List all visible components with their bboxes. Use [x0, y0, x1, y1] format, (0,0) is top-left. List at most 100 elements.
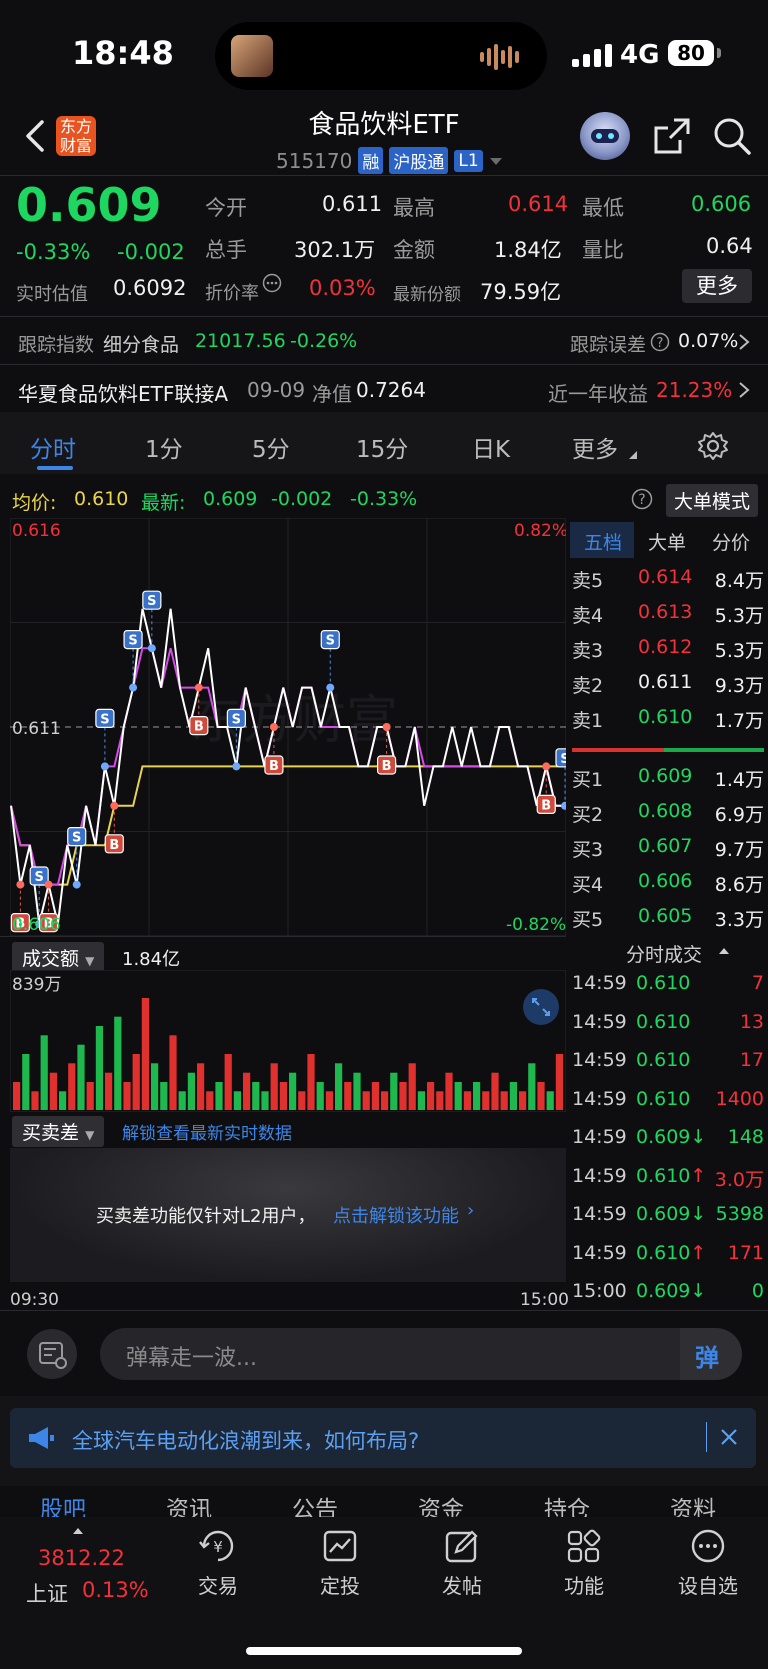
volume-bar — [417, 1091, 425, 1110]
bid-row[interactable]: 买2 0.608 6.9万 — [572, 800, 764, 835]
danmaku-input[interactable]: 弹幕走一波... — [100, 1328, 680, 1380]
nav-trade[interactable]: 交易 — [178, 1570, 258, 1599]
latest-change-pct: -0.33% — [350, 488, 418, 510]
chevron-right-icon[interactable] — [738, 381, 750, 399]
tab-daily-k[interactable]: 日K — [472, 430, 510, 464]
help-icon[interactable]: ? — [650, 332, 670, 352]
expand-up-caret-icon[interactable] — [72, 1526, 84, 1536]
volume-bar — [353, 1072, 361, 1110]
ask-row[interactable]: 卖2 0.611 9.3万 — [572, 671, 764, 706]
bid-row[interactable]: 买5 0.605 3.3万 — [572, 905, 764, 940]
tick-volume: 0 — [751, 1280, 764, 1302]
nav-add-watchlist[interactable]: 设自选 — [666, 1570, 750, 1599]
bid-volume: 8.6万 — [714, 874, 764, 896]
volume-bar — [289, 1072, 297, 1110]
nav-functions[interactable]: 功能 — [544, 1570, 624, 1599]
trade-yen-icon: ¥ — [199, 1530, 234, 1562]
index-value[interactable]: 3812.22 — [38, 1546, 125, 1570]
tick-row: 14:59 0.610 17 — [572, 1049, 764, 1087]
now-playing-artwork — [231, 35, 273, 77]
network-type: 4G — [620, 40, 660, 70]
ask-strength-bar — [572, 748, 664, 752]
ask-row[interactable]: 卖4 0.613 5.3万 — [572, 601, 764, 636]
tick-time: 14:59 — [572, 972, 627, 994]
tab-more[interactable]: 更多 — [572, 430, 618, 464]
signal-icon — [572, 44, 612, 67]
bid-row[interactable]: 买3 0.607 9.7万 — [572, 835, 764, 870]
spread-metric-select[interactable]: 买卖差 ▼ — [12, 1116, 105, 1147]
intraday-chart[interactable]: 东方财富 SSSSSSSSB BBBB BB 0.616 0.82% 0.611 0… — [10, 518, 566, 936]
tab-big-orders[interactable]: 大单 — [648, 528, 686, 555]
spread-locked-message: 买卖差功能仅针对L2用户， — [96, 1206, 316, 1227]
nav-post[interactable]: 发帖 — [422, 1570, 502, 1599]
info-dots-icon[interactable] — [262, 273, 282, 293]
volume-bar — [463, 1091, 471, 1110]
chevron-right-icon: › — [467, 1200, 475, 1221]
tick-time: 14:59 — [572, 1049, 627, 1071]
tick-price: 0.609↓ — [636, 1203, 707, 1225]
nav-invest-plan[interactable]: 定投 — [300, 1570, 380, 1599]
security-subtitle[interactable]: 515170 融 沪股通 L1 — [276, 147, 503, 174]
tick-row: 14:59 0.610 ↑ 3.0万 — [572, 1165, 764, 1203]
ask-label: 卖4 — [572, 605, 604, 627]
ask-row[interactable]: 卖3 0.612 5.3万 — [572, 636, 764, 671]
volume-metric-select[interactable]: 成交额 ▼ — [12, 942, 105, 973]
tab-15min[interactable]: 15分 — [356, 430, 408, 464]
order-book-tabs: 五档 大单 分价 — [570, 522, 766, 558]
dropdown-caret-icon: ▼ — [85, 954, 95, 968]
volume-bar — [436, 1091, 444, 1110]
help-icon[interactable]: ? — [631, 488, 653, 510]
danmaku-send-button[interactable]: 弹 — [680, 1328, 742, 1380]
tick-time: 14:59 — [572, 1241, 627, 1264]
bid-volume: 6.9万 — [714, 804, 764, 826]
tab-1min[interactable]: 1分 — [145, 430, 183, 464]
volume-bar — [528, 1063, 536, 1110]
security-code: 515170 — [276, 148, 353, 173]
tab-price-dist[interactable]: 分价 — [712, 528, 750, 555]
tab-5min[interactable]: 5分 — [252, 430, 290, 464]
dropdown-caret-icon: ▼ — [85, 1128, 95, 1142]
svg-text:B: B — [109, 838, 119, 853]
tab-intraday[interactable]: 分时 — [30, 430, 76, 464]
tab-five-levels[interactable]: 五档 — [584, 528, 622, 555]
iopv-label: 实时估值 — [16, 284, 88, 305]
bid-row[interactable]: 买4 0.606 8.6万 — [572, 870, 764, 905]
close-icon[interactable] — [720, 1428, 738, 1446]
tracking-index-name[interactable]: 细分食品 — [103, 330, 179, 357]
settings-gear-icon[interactable] — [697, 430, 729, 462]
volume-metric-label: 成交额 — [22, 948, 80, 970]
news-banner-text[interactable]: 全球汽车电动化浪潮到来，如何布局? — [72, 1425, 419, 1455]
volume-bar — [224, 1054, 232, 1110]
search-icon[interactable] — [712, 116, 752, 156]
last-price: 0.609 — [16, 178, 162, 232]
volume-bar — [187, 1072, 195, 1110]
ask-row[interactable]: 卖1 0.610 1.7万 — [572, 706, 764, 741]
assistant-robot-icon[interactable] — [580, 112, 630, 160]
collapse-caret-icon[interactable] — [718, 946, 730, 956]
volume-value: 302.1万 — [294, 238, 376, 262]
invest-plan-icon — [323, 1530, 357, 1562]
share-icon[interactable] — [652, 116, 692, 156]
svg-text:S: S — [100, 712, 109, 727]
audio-wave-icon — [480, 44, 519, 70]
unlock-feature-link[interactable]: 点击解锁该功能 — [333, 1202, 459, 1228]
divider — [0, 936, 566, 937]
fund-link-name[interactable]: 华夏食品饮料ETF联接A — [18, 378, 228, 407]
chevron-right-icon[interactable] — [738, 333, 750, 351]
unlock-realtime-link[interactable]: 解锁查看最新实时数据 — [122, 1119, 292, 1144]
bid-label: 买4 — [572, 874, 604, 896]
danmaku-settings-icon[interactable] — [26, 1328, 78, 1380]
expand-icon[interactable] — [522, 988, 560, 1026]
volume-bar — [335, 1063, 343, 1110]
bid-row[interactable]: 买1 0.609 1.4万 — [572, 765, 764, 800]
high-label: 最高 — [393, 196, 435, 220]
volume-bar — [233, 1091, 241, 1110]
more-button[interactable]: 更多 — [682, 269, 752, 303]
amount-label: 金额 — [393, 238, 435, 262]
ticks-header[interactable]: 分时成交 — [626, 940, 702, 967]
big-order-mode-button[interactable]: 大单模式 — [666, 484, 759, 517]
ask-row[interactable]: 卖5 0.614 8.4万 — [572, 566, 764, 601]
volume-bar — [445, 1072, 453, 1110]
shares-label: 最新份额 — [393, 285, 461, 305]
dropdown-caret-icon — [489, 157, 502, 165]
